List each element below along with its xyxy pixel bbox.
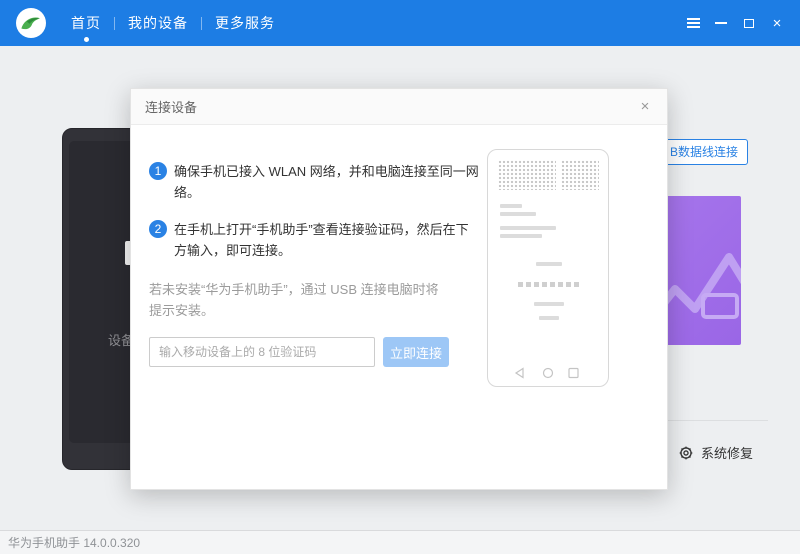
connect-now-button[interactable]: 立即连接	[383, 337, 449, 367]
nav-item-more-services-label: 更多服务	[215, 13, 275, 33]
minimize-button[interactable]	[712, 14, 730, 32]
phone-illustration	[487, 149, 609, 387]
nav-item-home-label: 首页	[71, 13, 101, 33]
step-1: 1 确保手机已接入 WLAN 网络，并和电脑连接至同一网络。	[149, 161, 479, 203]
text-line-placeholder	[500, 226, 556, 230]
hisuite-window: 首页 我的设备 更多服务 ×	[0, 0, 800, 554]
install-hint-text: 若未安装“华为手机助手”，通过 USB 连接电脑时将提示安装。	[149, 279, 449, 321]
active-indicator-dot	[84, 37, 89, 42]
nav-item-my-devices[interactable]: 我的设备	[115, 0, 201, 46]
connect-device-dialog: 连接设备 × 1 确保手机已接入 WLAN 网络，并和电脑连接至同一网络。 2 …	[130, 88, 668, 490]
app-logo-icon	[16, 8, 46, 38]
step-2: 2 在手机上打开“手机助手”查看连接验证码，然后在下方输入，即可连接。	[149, 219, 479, 261]
maximize-icon	[744, 19, 754, 28]
maximize-button[interactable]	[740, 14, 758, 32]
text-line-placeholder	[500, 204, 522, 208]
step-2-text: 在手机上打开“手机助手”查看连接验证码，然后在下方输入，即可连接。	[174, 219, 479, 261]
nav-item-more-services[interactable]: 更多服务	[202, 0, 288, 46]
qr-pattern-left	[498, 160, 556, 190]
dialog-header: 连接设备 ×	[131, 89, 667, 125]
home-circle-icon	[544, 369, 553, 378]
text-line-placeholder	[536, 262, 562, 266]
titlebar: 首页 我的设备 更多服务 ×	[0, 0, 800, 46]
step-2-number: 2	[149, 220, 167, 238]
usb-cable-connect-button[interactable]: B数据线连接	[660, 139, 748, 165]
minimize-icon	[715, 22, 727, 24]
main-nav: 首页 我的设备 更多服务	[58, 0, 288, 46]
verification-code-row: 立即连接	[149, 337, 449, 367]
dialog-title: 连接设备	[145, 97, 197, 116]
text-line-placeholder	[539, 316, 559, 320]
menu-icon[interactable]	[684, 14, 702, 32]
step-1-text: 确保手机已接入 WLAN 网络，并和电脑连接至同一网络。	[174, 161, 479, 203]
text-line-placeholder	[500, 234, 542, 238]
step-1-number: 1	[149, 162, 167, 180]
dialog-close-button[interactable]: ×	[635, 97, 655, 117]
window-controls: ×	[684, 14, 800, 32]
verification-code-input[interactable]	[149, 337, 375, 367]
nav-item-home[interactable]: 首页	[58, 0, 114, 46]
statusbar-version-text: 华为手机助手 14.0.0.320	[8, 534, 140, 551]
close-icon: ×	[641, 98, 650, 115]
close-window-button[interactable]: ×	[768, 14, 786, 32]
hamburger-icon	[687, 16, 700, 31]
qr-pattern-right	[561, 160, 599, 190]
recents-square-icon	[569, 369, 578, 378]
gear-icon	[678, 445, 694, 461]
text-line-placeholder	[534, 302, 564, 306]
code-digit-placeholders	[488, 282, 608, 287]
close-icon: ×	[773, 16, 782, 31]
android-nav-icons	[488, 367, 608, 379]
usb-cable-connect-label: B数据线连接	[670, 145, 738, 159]
system-repair-button[interactable]: 系统修复	[678, 443, 753, 462]
nav-item-my-devices-label: 我的设备	[128, 13, 188, 33]
text-line-placeholder	[500, 212, 536, 216]
statusbar: 华为手机助手 14.0.0.320	[0, 530, 800, 554]
back-triangle-icon	[516, 369, 523, 378]
system-repair-label: 系统修复	[701, 443, 753, 462]
